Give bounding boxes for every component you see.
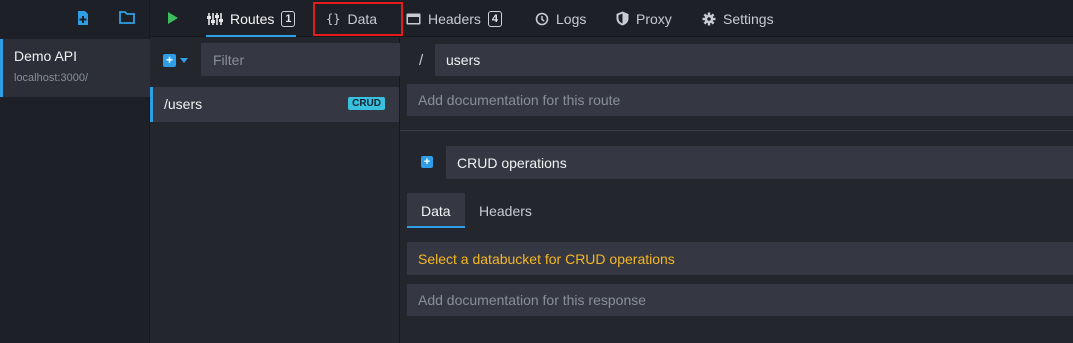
add-response-icon[interactable]: + <box>421 156 433 168</box>
tab-settings[interactable]: Settings <box>702 0 774 37</box>
tab-proxy-label: Proxy <box>636 10 672 27</box>
response-selector[interactable]: CRUD operations <box>446 146 1073 179</box>
tab-headers[interactable]: Headers 4 <box>406 0 503 37</box>
crud-tag: CRUD <box>348 97 385 110</box>
chevron-down-icon[interactable] <box>180 58 188 63</box>
tab-settings-label: Settings <box>723 10 774 27</box>
add-route-icon[interactable]: + <box>163 54 176 67</box>
top-tab-bar: Routes 1 {} Data Headers 4 Logs Proxy Se… <box>150 0 1073 37</box>
highlight-box <box>313 2 403 36</box>
headers-count-badge: 4 <box>487 10 503 27</box>
route-path-input[interactable] <box>435 44 1073 76</box>
environment-host: localhost:3000/ <box>14 72 88 84</box>
path-prefix: / <box>419 52 424 69</box>
tab-routes-label: Routes <box>230 10 275 27</box>
history-icon <box>535 12 549 26</box>
tab-logs[interactable]: Logs <box>535 0 586 37</box>
routes-icon <box>207 12 223 26</box>
route-detail: / + CRUD operations Data Headers Select … <box>400 38 1073 343</box>
divider <box>400 130 1073 131</box>
routes-count-badge: 1 <box>281 10 296 27</box>
subtab-headers[interactable]: Headers <box>465 193 546 228</box>
environment-name: Demo API <box>14 48 78 64</box>
tab-proxy[interactable]: Proxy <box>616 0 672 37</box>
route-path: /users <box>164 96 203 112</box>
route-filter-input[interactable] <box>201 43 400 76</box>
tab-logs-label: Logs <box>556 10 587 27</box>
subtab-data[interactable]: Data <box>407 193 465 228</box>
tab-headers-label: Headers <box>428 10 481 27</box>
route-documentation-input[interactable] <box>407 84 1073 116</box>
environment-item[interactable]: Demo API localhost:3000/ <box>0 39 150 97</box>
shield-icon <box>616 11 629 26</box>
environments-panel: Demo API localhost:3000/ <box>0 0 150 343</box>
headers-icon <box>406 13 421 25</box>
tab-routes[interactable]: Routes 1 <box>206 0 297 37</box>
app: Demo API localhost:3000/ Routes 1 {} Dat… <box>0 0 1073 343</box>
response-documentation-input[interactable] <box>407 284 1073 316</box>
databucket-selector[interactable]: Select a databucket for CRUD operations <box>407 242 1073 275</box>
play-icon[interactable] <box>168 12 178 24</box>
routes-panel: + /users CRUD <box>150 38 400 343</box>
environments-toolbar <box>0 0 149 37</box>
routes-toolbar: + <box>150 38 400 84</box>
new-file-icon[interactable] <box>76 10 92 26</box>
gear-icon <box>702 12 716 26</box>
route-list-item[interactable]: /users CRUD <box>150 87 399 122</box>
folder-icon[interactable] <box>119 10 135 26</box>
